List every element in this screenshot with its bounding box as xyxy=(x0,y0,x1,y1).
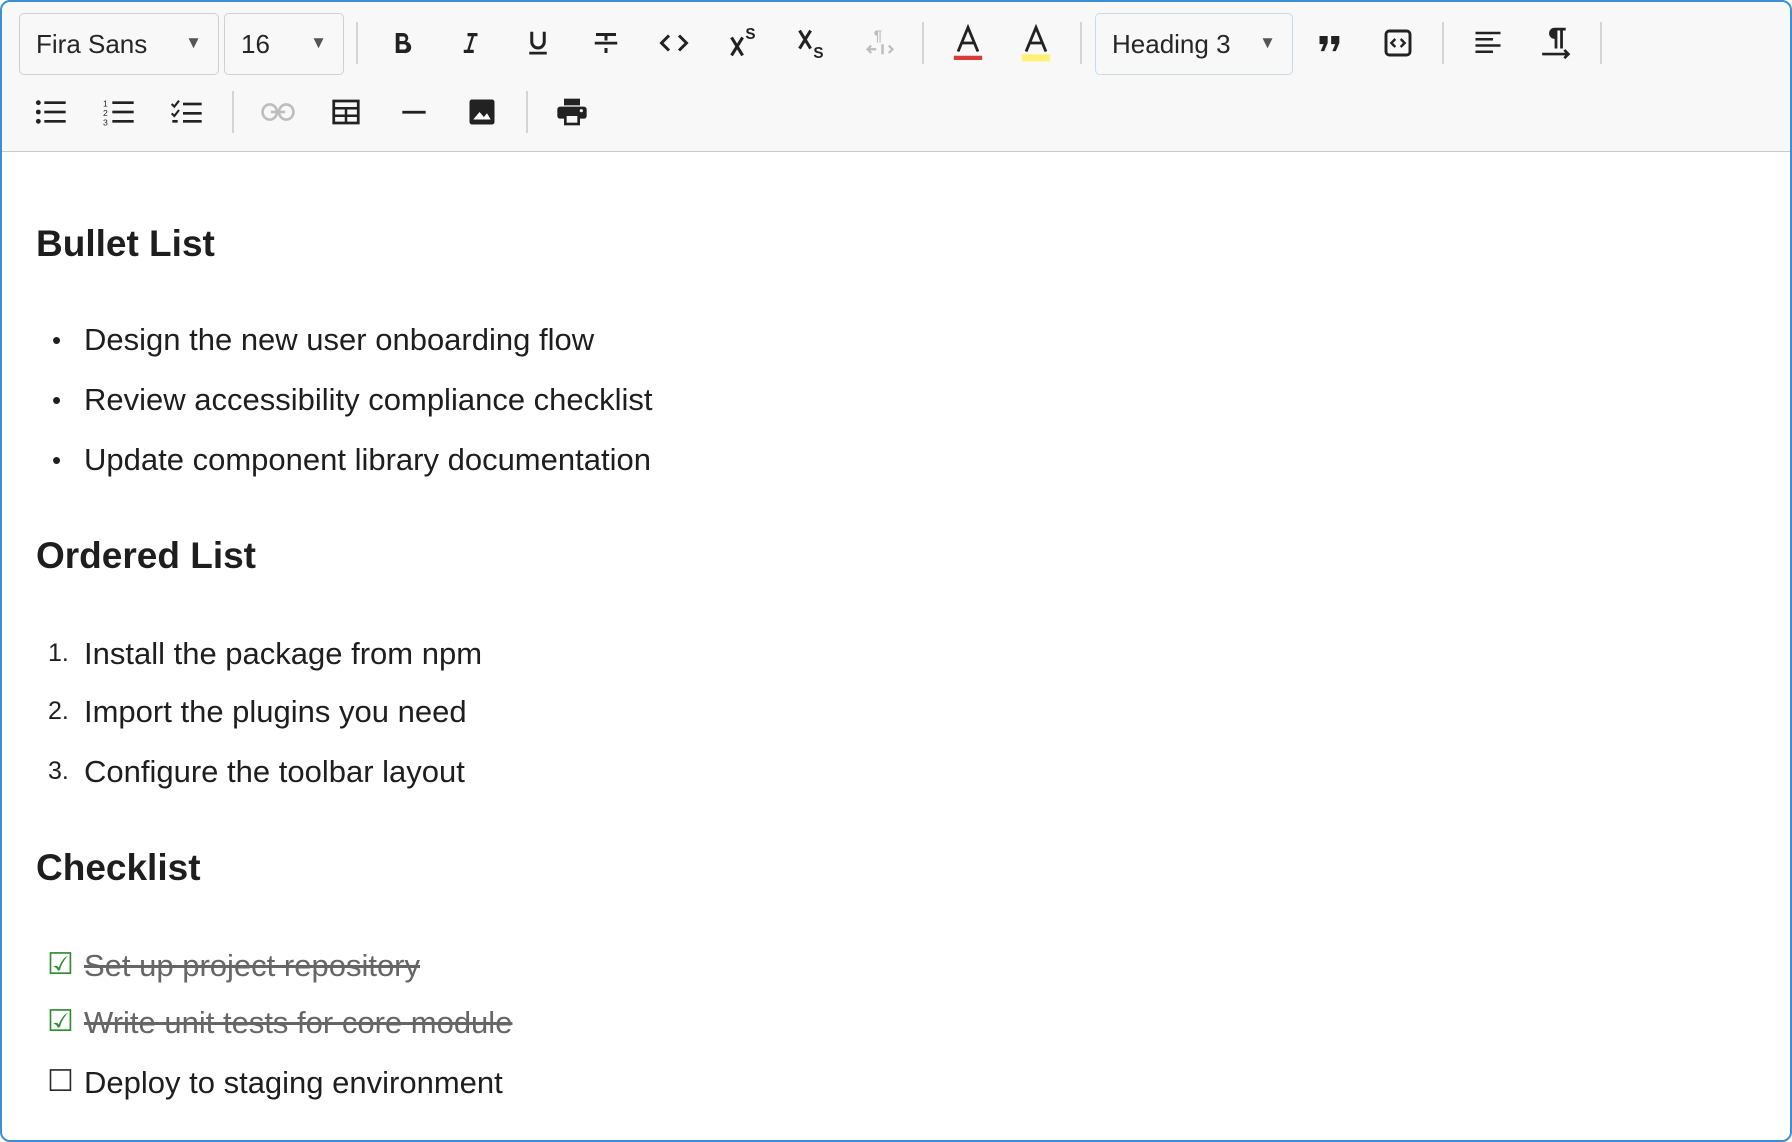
svg-text:S: S xyxy=(813,45,823,61)
text-color-button[interactable] xyxy=(942,17,994,69)
insert-table-button[interactable] xyxy=(320,86,372,138)
underline-button[interactable] xyxy=(512,17,564,69)
italic-button[interactable] xyxy=(444,17,496,69)
svg-text:3: 3 xyxy=(103,117,108,126)
list-number: 3. xyxy=(48,757,69,785)
block-style-select[interactable]: Heading 3 ▼ xyxy=(1095,13,1293,75)
svg-text:¶: ¶ xyxy=(874,28,882,45)
code-icon xyxy=(659,34,689,52)
toolbar-divider xyxy=(1600,22,1602,64)
insert-image-button[interactable] xyxy=(456,86,508,138)
checklist-icon xyxy=(171,100,202,123)
list-item: Configure the toolbar layout xyxy=(84,754,465,789)
toolbar-divider xyxy=(1080,22,1082,64)
checkbox-checked-icon[interactable]: ☑ xyxy=(47,1007,74,1037)
strikethrough-icon xyxy=(594,33,618,53)
chevron-down-icon: ▼ xyxy=(1259,33,1276,52)
font-family-select[interactable]: Fira Sans ▼ xyxy=(19,13,219,75)
checklist-item: Write unit tests for core module xyxy=(84,1005,513,1040)
subscript-button[interactable]: S xyxy=(786,17,838,69)
link-button[interactable] xyxy=(252,86,304,138)
clear-formatting-button[interactable]: ¶ xyxy=(854,17,906,69)
toolbar: Fira Sans ▼ 16 ▼ S S ¶ Heading 3 ▼ 1 2 3 xyxy=(2,2,1790,152)
rich-text-editor: Fira Sans ▼ 16 ▼ S S ¶ Heading 3 ▼ 1 2 3… xyxy=(0,0,1792,1142)
bold-icon xyxy=(395,33,412,54)
checkbox-unchecked-icon[interactable]: ☐ xyxy=(47,1067,74,1097)
editor-content[interactable]: Bullet List • Design the new user onboar… xyxy=(2,153,1790,1140)
toolbar-divider xyxy=(232,91,234,133)
ordered-list-icon: 123 xyxy=(103,99,134,126)
ordered-list-button[interactable]: 123 xyxy=(93,86,145,138)
list-item: Install the package from npm xyxy=(84,636,483,671)
checklist-button[interactable] xyxy=(161,86,213,138)
highlight-color-swatch xyxy=(1021,54,1051,62)
italic-icon xyxy=(463,33,478,53)
paragraph-direction-icon: ¶ xyxy=(865,28,895,55)
section-heading: Checklist xyxy=(36,847,201,888)
align-left-icon xyxy=(1475,31,1501,53)
text-color-icon xyxy=(953,23,983,60)
text-direction-icon xyxy=(1542,27,1571,60)
bullet-marker: • xyxy=(52,385,62,415)
list-item: Review accessibility compliance checklis… xyxy=(84,382,653,417)
list-item: Design the new user onboarding flow xyxy=(84,322,595,357)
blockquote-button[interactable] xyxy=(1304,17,1356,69)
font-size-value: 16 xyxy=(241,28,270,59)
list-number: 1. xyxy=(48,639,69,667)
section-heading: Ordered List xyxy=(36,535,256,576)
strikethrough-button[interactable] xyxy=(580,17,632,69)
highlight-color-icon xyxy=(1021,23,1051,62)
font-size-select[interactable]: 16 ▼ xyxy=(224,13,344,75)
highlight-color-button[interactable] xyxy=(1010,17,1062,69)
quote-icon xyxy=(1319,36,1340,52)
link-icon xyxy=(261,103,295,121)
superscript-button[interactable]: S xyxy=(718,17,770,69)
horizontal-rule-icon xyxy=(402,110,426,114)
align-left-button[interactable] xyxy=(1462,17,1514,69)
toolbar-divider xyxy=(356,22,358,64)
block-style-value: Heading 3 xyxy=(1112,28,1231,59)
inline-code-button[interactable] xyxy=(648,17,700,69)
checkbox-checked-icon[interactable]: ☑ xyxy=(47,950,74,980)
checklist-item: Set up project repository xyxy=(84,948,421,983)
superscript-icon: S xyxy=(730,26,756,57)
bullet-list-button[interactable] xyxy=(25,86,77,138)
svg-text:S: S xyxy=(745,26,755,43)
checklist-item: Deploy to staging environment xyxy=(84,1065,503,1100)
font-family-value: Fira Sans xyxy=(36,28,148,59)
image-icon xyxy=(469,99,495,125)
print-button[interactable] xyxy=(546,86,598,138)
chevron-down-icon: ▼ xyxy=(185,33,202,52)
list-item: Update component library documentation xyxy=(84,442,651,477)
list-item: Import the plugins you need xyxy=(84,694,467,729)
toolbar-divider xyxy=(922,22,924,64)
code-block-icon xyxy=(1384,29,1412,57)
code-block-button[interactable] xyxy=(1372,17,1424,69)
subscript-icon: S xyxy=(798,29,824,61)
horizontal-rule-button[interactable] xyxy=(388,86,440,138)
print-icon xyxy=(557,98,587,126)
bullet-list-icon xyxy=(35,100,66,124)
text-color-swatch xyxy=(953,55,983,60)
bullet-marker: • xyxy=(52,325,62,355)
toolbar-divider xyxy=(1442,22,1444,64)
list-number: 2. xyxy=(48,697,69,725)
underline-icon xyxy=(529,31,547,55)
bullet-marker: • xyxy=(52,445,62,475)
toolbar-divider xyxy=(526,91,528,133)
section-heading: Bullet List xyxy=(36,223,215,264)
chevron-down-icon: ▼ xyxy=(310,33,327,52)
table-icon xyxy=(332,99,360,125)
bold-button[interactable] xyxy=(376,17,428,69)
text-direction-button[interactable] xyxy=(1530,17,1582,69)
